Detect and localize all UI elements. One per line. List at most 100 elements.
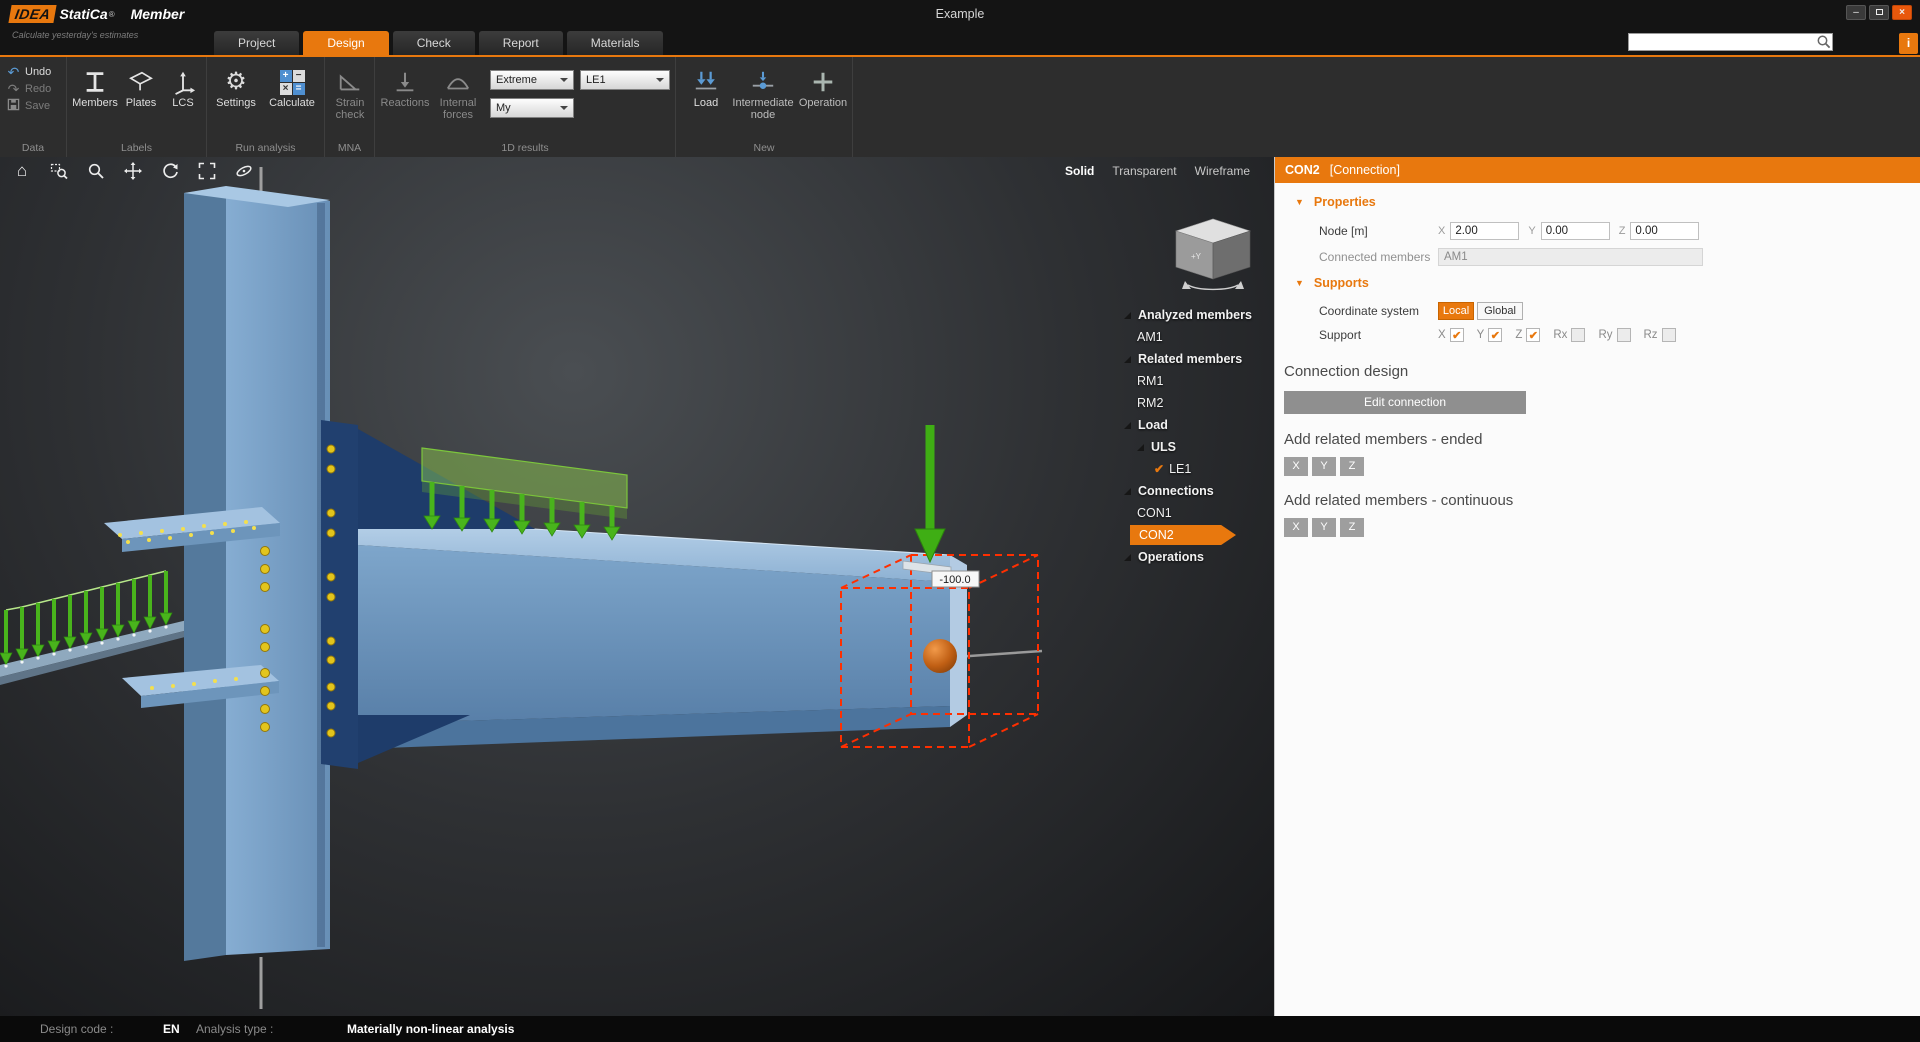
reactions-button[interactable]: Reactions: [380, 67, 430, 109]
end-plate[interactable]: [321, 420, 358, 769]
add-continuous-z-button[interactable]: Z: [1340, 518, 1364, 537]
support-y-checkbox[interactable]: [1488, 328, 1502, 342]
tab-materials[interactable]: Materials: [567, 31, 664, 55]
info-button[interactable]: i: [1899, 33, 1918, 54]
edit-connection-button[interactable]: Edit connection: [1284, 391, 1526, 414]
support-z-checkbox[interactable]: [1526, 328, 1540, 342]
expander-icon[interactable]: [1137, 444, 1144, 451]
pan-icon[interactable]: [123, 161, 143, 181]
expander-icon[interactable]: [1124, 422, 1131, 429]
analyzed-member-am1[interactable]: [358, 518, 967, 749]
ribbon: ↶Undo ↷Redo Save Data Members Plates LCS: [0, 57, 1920, 157]
support-rx-checkbox[interactable]: [1571, 328, 1585, 342]
zoom-icon[interactable]: [86, 161, 106, 181]
lcs-button[interactable]: LCS: [164, 67, 202, 109]
global-button[interactable]: Global: [1477, 302, 1523, 320]
render-mode-solid[interactable]: Solid: [1065, 164, 1094, 178]
add-ended-y-button[interactable]: Y: [1312, 457, 1336, 476]
maximize-button[interactable]: [1869, 5, 1889, 20]
tree-item-le1[interactable]: ✔LE1: [1112, 458, 1274, 480]
gear-icon: ⚙: [225, 67, 247, 97]
node-x-field[interactable]: [1450, 222, 1519, 240]
extreme-select[interactable]: Extreme: [490, 70, 574, 90]
tab-design[interactable]: Design: [303, 31, 388, 55]
intermediate-node-button[interactable]: Intermediate node: [730, 67, 796, 121]
support-ry-checkbox[interactable]: [1617, 328, 1631, 342]
render-mode-transparent[interactable]: Transparent: [1112, 164, 1176, 178]
collapse-icon[interactable]: ▼: [1295, 278, 1304, 288]
add-continuous-y-button[interactable]: Y: [1312, 518, 1336, 537]
statusbar: Design code : EN Analysis type : Materia…: [0, 1016, 1920, 1042]
intermediate-node-icon: [750, 67, 776, 97]
tree-item-related-members[interactable]: Related members: [1112, 348, 1274, 370]
plates-button[interactable]: Plates: [120, 67, 162, 109]
tree-item-con2[interactable]: CON2: [1130, 525, 1236, 545]
svg-text:+Y: +Y: [1191, 252, 1202, 261]
tree-item-uls[interactable]: ULS: [1112, 436, 1274, 458]
chevron-down-icon: [656, 78, 664, 86]
tree-item-load[interactable]: Load: [1112, 414, 1274, 436]
add-ended-z-button[interactable]: Z: [1340, 457, 1364, 476]
collapse-icon[interactable]: ▼: [1295, 197, 1304, 207]
my-select[interactable]: My: [490, 98, 574, 118]
minimize-button[interactable]: –: [1846, 5, 1866, 20]
calculate-button[interactable]: +−×= Calculate: [262, 67, 322, 109]
check-icon: ✔: [1154, 462, 1164, 476]
undo-button[interactable]: ↶Undo: [0, 63, 66, 80]
tree-item-rm1[interactable]: RM1: [1112, 370, 1274, 392]
info-icon: i: [1907, 36, 1910, 50]
expander-icon[interactable]: [1124, 488, 1131, 495]
strain-check-button[interactable]: Strain check: [327, 67, 373, 121]
3d-scene[interactable]: -100.0: [0, 157, 1274, 1016]
expander-icon[interactable]: [1124, 554, 1131, 561]
search-input[interactable]: [1629, 36, 1816, 48]
add-continuous-x-button[interactable]: X: [1284, 518, 1308, 537]
expander-icon[interactable]: [1124, 356, 1131, 363]
3d-viewport[interactable]: -100.0 ⌂ Solid Transparent Wireframe: [0, 157, 1274, 1016]
members-button[interactable]: Members: [72, 67, 118, 109]
support-x-checkbox[interactable]: [1450, 328, 1464, 342]
connected-members-field: AM1: [1438, 248, 1703, 266]
column-member[interactable]: [184, 186, 330, 961]
ribbon-tabs: Project Design Check Report Materials: [214, 31, 667, 55]
support-rz-checkbox[interactable]: [1662, 328, 1676, 342]
tab-project[interactable]: Project: [214, 31, 299, 55]
save-button[interactable]: Save: [0, 97, 66, 114]
tab-check[interactable]: Check: [393, 31, 475, 55]
tree-item-am1[interactable]: AM1: [1112, 326, 1274, 348]
node-label: Node [m]: [1319, 224, 1438, 238]
tree-item-connections[interactable]: Connections: [1112, 480, 1274, 502]
operation-button[interactable]: Operation: [798, 67, 848, 109]
render-style-icon[interactable]: [234, 161, 254, 181]
render-mode-wireframe[interactable]: Wireframe: [1195, 164, 1250, 178]
zoom-window-icon[interactable]: [49, 161, 69, 181]
zoom-fit-icon[interactable]: [197, 161, 217, 181]
settings-button[interactable]: ⚙ Settings: [210, 67, 262, 109]
operation-plus-icon: [810, 67, 836, 97]
load-case-select[interactable]: LE1: [580, 70, 670, 90]
section-properties: ▼ Properties: [1295, 195, 1376, 209]
node-z-field[interactable]: [1630, 222, 1699, 240]
maximize-icon: [1876, 9, 1883, 15]
local-button[interactable]: Local: [1438, 302, 1474, 320]
tree-item-rm2[interactable]: RM2: [1112, 392, 1274, 414]
home-view-icon[interactable]: ⌂: [12, 161, 32, 181]
load-button[interactable]: Load: [684, 67, 728, 109]
internal-forces-button[interactable]: Internal forces: [432, 67, 484, 121]
navigation-cube[interactable]: +Y: [1158, 209, 1268, 293]
strain-check-icon: [337, 67, 363, 97]
tab-report[interactable]: Report: [479, 31, 563, 55]
tree-item-con1[interactable]: CON1: [1112, 502, 1274, 524]
rotate-icon[interactable]: [160, 161, 180, 181]
node-sphere[interactable]: [923, 639, 957, 673]
node-y-field[interactable]: [1541, 222, 1610, 240]
add-ended-x-button[interactable]: X: [1284, 457, 1308, 476]
ribbon-group-mna: Strain check MNA: [325, 57, 375, 157]
close-button[interactable]: ×: [1892, 5, 1912, 20]
tree-item-analyzed-members[interactable]: Analyzed members: [1112, 304, 1274, 326]
expander-icon[interactable]: [1124, 312, 1131, 319]
search-icon[interactable]: [1816, 34, 1832, 50]
document-title: Example: [936, 7, 985, 21]
tree-item-operations[interactable]: Operations: [1112, 546, 1274, 568]
redo-button[interactable]: ↷Redo: [0, 80, 66, 97]
